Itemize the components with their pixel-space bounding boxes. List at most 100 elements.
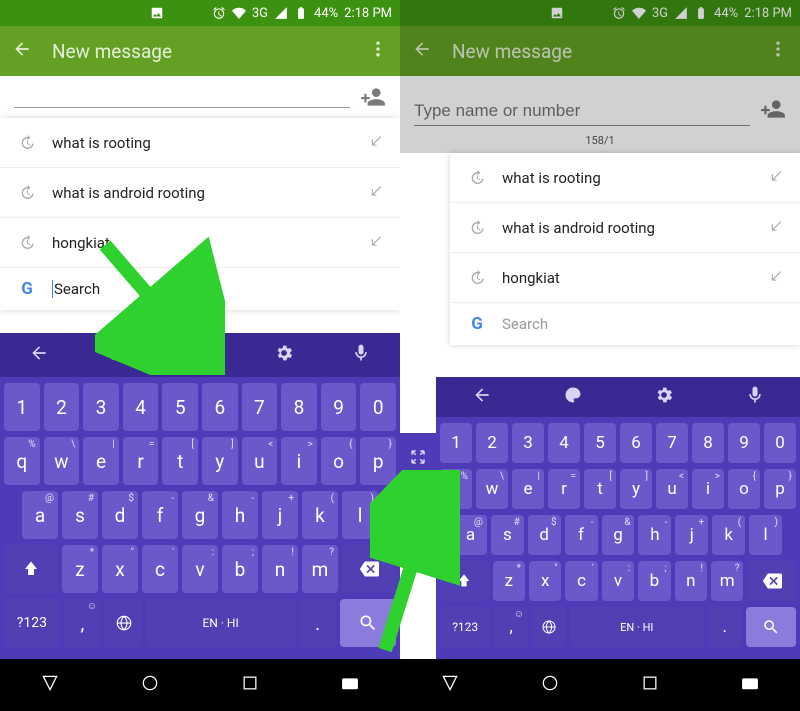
key[interactable]: @a	[454, 515, 487, 555]
key[interactable]: ;b	[638, 561, 670, 601]
key[interactable]: "x	[102, 545, 138, 593]
google-search-row[interactable]: G Search	[0, 268, 400, 310]
key[interactable]: #s	[491, 515, 524, 555]
nav-home-icon[interactable]	[540, 673, 560, 697]
add-contact-icon[interactable]	[760, 96, 786, 126]
key[interactable]: 0	[360, 383, 396, 431]
search-key[interactable]	[340, 599, 396, 647]
symbols-key[interactable]: ?123	[440, 607, 490, 647]
key[interactable]: (k	[302, 491, 338, 539]
kb-back-icon[interactable]	[29, 343, 49, 367]
suggestion-row[interactable]: what is rooting	[0, 118, 400, 168]
key[interactable]: 2	[44, 383, 80, 431]
key[interactable]: 3	[83, 383, 119, 431]
period-key[interactable]: .	[299, 599, 336, 647]
key[interactable]: <u	[656, 469, 688, 509]
space-key[interactable]: EN · HI	[570, 607, 704, 647]
key[interactable]: -f	[565, 515, 598, 555]
key[interactable]: {o	[321, 437, 357, 485]
key[interactable]: 7	[242, 383, 278, 431]
space-key[interactable]: EN · HI	[146, 599, 295, 647]
key[interactable]: :v	[602, 561, 634, 601]
key[interactable]: 9	[728, 423, 760, 463]
key[interactable]: ]y	[620, 469, 652, 509]
insert-icon[interactable]	[770, 169, 784, 187]
key[interactable]: 3	[512, 423, 544, 463]
key[interactable]: {o	[728, 469, 760, 509]
insert-icon[interactable]	[370, 134, 384, 152]
key[interactable]: ;b	[222, 545, 258, 593]
key[interactable]: 8	[692, 423, 724, 463]
backspace-key[interactable]	[342, 545, 396, 593]
key[interactable]: $d	[528, 515, 561, 555]
key[interactable]: >i	[692, 469, 724, 509]
key[interactable]: |e	[512, 469, 544, 509]
mic-icon[interactable]	[351, 343, 371, 367]
gear-icon[interactable]	[274, 343, 294, 367]
add-contact-icon[interactable]	[360, 84, 386, 114]
key[interactable]: 7	[656, 423, 688, 463]
key[interactable]: \w	[44, 437, 80, 485]
backspace-key[interactable]	[747, 561, 796, 601]
key[interactable]: 1	[4, 383, 40, 431]
search-key[interactable]	[746, 607, 796, 647]
key[interactable]: >i	[281, 437, 317, 485]
period-key[interactable]: .	[708, 607, 742, 647]
key[interactable]: ?m	[302, 545, 338, 593]
key[interactable]: ]y	[202, 437, 238, 485]
nav-recent-icon[interactable]	[240, 673, 260, 697]
key[interactable]: 4	[123, 383, 159, 431]
palette-icon[interactable]	[106, 343, 126, 367]
shift-key[interactable]	[440, 561, 489, 601]
palette-icon[interactable]	[563, 385, 583, 409]
overflow-icon[interactable]	[768, 39, 788, 64]
key[interactable]: =r	[123, 437, 159, 485]
key[interactable]: }p	[764, 469, 796, 509]
language-key[interactable]	[105, 599, 142, 647]
key[interactable]: 'c	[142, 545, 178, 593]
key[interactable]: "x	[529, 561, 561, 601]
nav-back-icon[interactable]	[440, 673, 460, 697]
key[interactable]: %q	[440, 469, 472, 509]
key[interactable]: [t	[584, 469, 616, 509]
key[interactable]: )l	[342, 491, 378, 539]
suggestion-row[interactable]: what is android rooting	[450, 203, 800, 253]
gear-icon[interactable]	[654, 385, 674, 409]
key[interactable]: [t	[162, 437, 198, 485]
key[interactable]: 9	[321, 383, 357, 431]
nav-back-icon[interactable]	[40, 673, 60, 697]
key[interactable]: +j	[675, 515, 708, 555]
kb-back-icon[interactable]	[472, 385, 492, 409]
one-handed-icon[interactable]	[184, 337, 216, 373]
language-key[interactable]	[532, 607, 566, 647]
key[interactable]: 6	[620, 423, 652, 463]
recipient-input-stub[interactable]	[14, 90, 350, 108]
google-search-row[interactable]: G Search	[450, 303, 800, 345]
key[interactable]: *z	[62, 545, 98, 593]
nav-keyboard-icon[interactable]	[740, 673, 760, 697]
key[interactable]: *z	[493, 561, 525, 601]
comma-key[interactable]: ☺,	[494, 607, 528, 647]
key[interactable]: -h	[638, 515, 671, 555]
key[interactable]: =r	[548, 469, 580, 509]
key[interactable]: 'c	[565, 561, 597, 601]
key[interactable]: (k	[712, 515, 745, 555]
key[interactable]: &g	[182, 491, 218, 539]
key[interactable]: \w	[476, 469, 508, 509]
insert-icon[interactable]	[770, 269, 784, 287]
key[interactable]: <u	[242, 437, 278, 485]
key[interactable]: !n	[262, 545, 298, 593]
key[interactable]: 1	[440, 423, 472, 463]
symbols-key[interactable]: ?123	[4, 599, 60, 647]
key[interactable]: $d	[102, 491, 138, 539]
expand-keyboard-button[interactable]	[400, 433, 436, 481]
key[interactable]: 6	[202, 383, 238, 431]
recipient-input[interactable]	[414, 97, 750, 126]
shift-key[interactable]	[4, 545, 58, 593]
insert-icon[interactable]	[370, 234, 384, 252]
back-icon[interactable]	[412, 39, 432, 64]
overflow-icon[interactable]	[368, 39, 388, 64]
nav-keyboard-icon[interactable]	[340, 673, 360, 697]
key[interactable]: %q	[4, 437, 40, 485]
key[interactable]: !n	[675, 561, 707, 601]
